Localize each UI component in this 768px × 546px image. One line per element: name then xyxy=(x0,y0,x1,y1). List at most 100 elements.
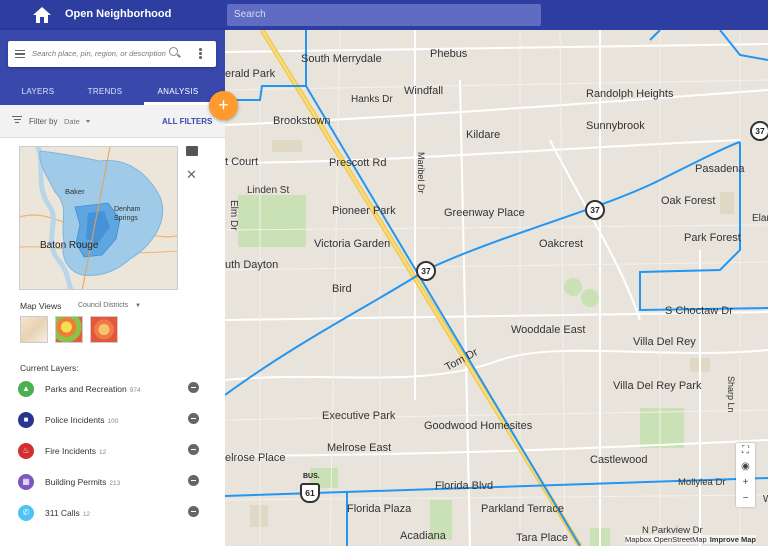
locate-icon[interactable]: ◉ xyxy=(736,459,755,475)
all-filters-button[interactable]: ALL FILTERS xyxy=(162,117,212,126)
map-attribution: Mapbox OpenStreetMap Improve Map xyxy=(625,535,756,544)
fire-icon: ♨ xyxy=(18,443,34,459)
map-view-thumb-1[interactable] xyxy=(20,316,48,343)
route-shield: 37 xyxy=(416,261,436,281)
map-label: Tara Place xyxy=(516,532,568,544)
remove-layer-button[interactable] xyxy=(188,475,199,486)
map-label: Windfall xyxy=(404,85,444,97)
more-options-icon[interactable] xyxy=(199,48,202,60)
map-label: Sharp Ln xyxy=(726,376,736,413)
map-label: t Court xyxy=(225,156,259,168)
map-label: Executive Park xyxy=(322,410,396,422)
map-label: Elm Dr xyxy=(228,200,239,231)
improve-map-link[interactable]: Improve Map xyxy=(710,535,756,544)
current-layers-label: Current Layers: xyxy=(20,363,79,373)
remove-layer-button[interactable] xyxy=(188,506,199,517)
filter-dropdown[interactable]: Date xyxy=(64,117,80,126)
map-label: South Merrydale xyxy=(301,53,382,65)
top-app-bar: Open Neighborhood Search xyxy=(0,0,768,30)
route-shield: 61 xyxy=(300,483,320,503)
minimap-label-denham: Denham Springs xyxy=(114,206,141,222)
map-label: Goodwood Homesites xyxy=(424,420,533,432)
add-button[interactable]: + xyxy=(209,91,238,120)
layer-count: 12 xyxy=(82,511,91,518)
place-search-placeholder: Search place, pin, region, or descriptio… xyxy=(32,49,166,58)
park-icon: ▲ xyxy=(18,381,34,397)
remove-layer-button[interactable] xyxy=(188,444,199,455)
map-label: uth Dayton xyxy=(225,259,279,271)
map-label: Bird xyxy=(332,283,352,295)
map-label: elrose Place xyxy=(225,452,286,464)
search-icon[interactable] xyxy=(169,47,178,56)
map-label: Park Forest xyxy=(684,232,741,244)
panel-header: Search place, pin, region, or descriptio… xyxy=(0,30,225,105)
map-label: Maribel Dr xyxy=(416,152,426,194)
fullscreen-icon[interactable]: ⛶ xyxy=(736,443,755,459)
map-label: Elar xyxy=(752,213,768,224)
phone-icon: ✆ xyxy=(18,505,34,521)
main-map[interactable]: South Merrydale Phebus erald Park Hanks … xyxy=(225,30,768,546)
route-shield: 37 xyxy=(750,121,768,141)
filter-icon xyxy=(12,116,22,124)
zoom-in-button[interactable]: + xyxy=(736,475,755,491)
home-icon[interactable] xyxy=(32,6,52,24)
map-label: Villa Del Rey Park xyxy=(613,380,702,392)
layer-count: 100 xyxy=(107,418,119,425)
layer-row[interactable]: ▦ Building Permits 213 xyxy=(18,474,208,494)
layer-name: Police Incidents xyxy=(45,415,105,425)
map-label: Hanks Dr xyxy=(351,94,393,105)
map-label: Victoria Garden xyxy=(314,238,391,250)
zoom-out-button[interactable]: − xyxy=(736,491,755,507)
route-shield: 37 xyxy=(585,200,605,220)
layer-count: 12 xyxy=(99,449,107,456)
minimap-label-baton-rouge: Baton Rouge xyxy=(40,240,99,251)
remove-layer-button[interactable] xyxy=(188,413,199,424)
layer-row[interactable]: ■ Police Incidents 100 xyxy=(18,412,208,432)
region-minimap[interactable]: Baker Denham Springs Baton Rouge xyxy=(19,146,178,290)
minimap-search-icon[interactable] xyxy=(186,146,198,156)
attribution-text[interactable]: Mapbox OpenStreetMap xyxy=(625,535,707,544)
tab-trends[interactable]: TRENDS xyxy=(82,87,128,96)
building-icon: ▦ xyxy=(18,474,34,490)
map-views-label: Map Views xyxy=(20,301,62,311)
police-car-icon: ■ xyxy=(18,412,34,428)
map-label: Randolph Heights xyxy=(586,88,674,100)
caret-down-icon[interactable]: ▼ xyxy=(135,303,141,309)
map-label: Kildare xyxy=(466,129,501,141)
map-label: Villa Del Rey xyxy=(633,336,696,348)
caret-down-icon[interactable] xyxy=(86,120,90,123)
close-icon[interactable]: ✕ xyxy=(186,167,197,183)
map-label: erald Park xyxy=(225,68,276,80)
remove-layer-button[interactable] xyxy=(188,382,199,393)
map-controls: ⛶ ◉ + − xyxy=(736,443,755,507)
layer-row[interactable]: ♨ Fire Incidents 12 xyxy=(18,443,208,463)
menu-icon[interactable] xyxy=(15,50,25,58)
tab-analysis[interactable]: ANALYSIS xyxy=(148,87,208,96)
global-search-input[interactable]: Search xyxy=(227,4,541,26)
filter-bar: Filter by Date ALL FILTERS xyxy=(0,105,225,138)
layer-name: Parks and Recreation xyxy=(45,384,127,394)
map-label: Florida Plaza xyxy=(347,503,412,515)
layer-count: 213 xyxy=(109,480,121,487)
filter-label: Filter by xyxy=(29,117,58,126)
layer-row[interactable]: ✆ 311 Calls 12 xyxy=(18,505,208,525)
map-label: Pasadena xyxy=(695,163,745,175)
map-views-dropdown[interactable]: Council Districts xyxy=(78,302,128,309)
minimap-label-baker: Baker xyxy=(65,187,85,196)
map-label: Florida Blvd xyxy=(435,480,494,492)
map-label: W xyxy=(763,494,768,505)
bus-label: BUS. xyxy=(303,473,320,480)
place-search-box[interactable]: Search place, pin, region, or descriptio… xyxy=(8,41,216,67)
map-label: Wooddale East xyxy=(511,324,586,336)
map-label: Greenway Place xyxy=(444,207,525,219)
tab-layers[interactable]: LAYERS xyxy=(14,87,62,96)
map-view-thumb-2[interactable] xyxy=(55,316,83,343)
map-label: Oakcrest xyxy=(539,238,584,250)
layer-name: 311 Calls xyxy=(45,508,80,518)
map-label: Parkland Terrace xyxy=(481,503,564,515)
layer-row[interactable]: ▲ Parks and Recreation 974 xyxy=(18,381,208,401)
map-label: Pioneer Park xyxy=(332,205,396,217)
app-title: Open Neighborhood xyxy=(65,8,172,20)
side-panel: Search place, pin, region, or descriptio… xyxy=(0,30,225,546)
map-view-thumb-3[interactable] xyxy=(90,316,118,343)
